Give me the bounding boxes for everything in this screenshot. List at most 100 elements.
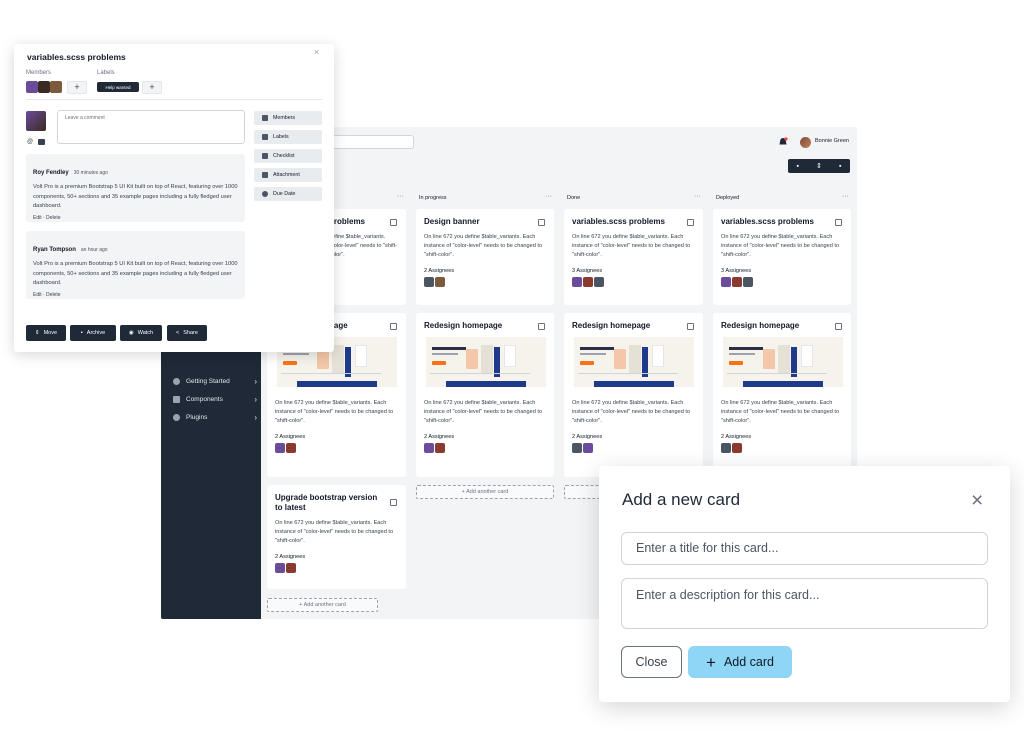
- comment-input[interactable]: Leave a comment: [57, 110, 245, 144]
- mention-icon[interactable]: @: [27, 139, 33, 145]
- avatar: [275, 443, 285, 453]
- edit-icon[interactable]: [687, 219, 694, 226]
- detail-title: variables.scss problems: [27, 52, 126, 62]
- add-another-card-button[interactable]: [564, 485, 604, 499]
- add-another-card-button[interactable]: + Add another card: [416, 485, 554, 499]
- archive-icon[interactable]: ▪: [797, 163, 799, 170]
- card-title-input[interactable]: Enter a title for this card...: [621, 532, 988, 565]
- move-button[interactable]: ⇕ Move: [26, 325, 66, 341]
- labels-action-button[interactable]: Labels: [254, 130, 322, 144]
- label-badge[interactable]: Help wanted: [97, 82, 139, 92]
- avatar: [286, 563, 296, 573]
- action-label: Attachment: [273, 172, 300, 178]
- comment-time: 30 minutes ago: [73, 170, 108, 176]
- checklist-action-button[interactable]: Checklist: [254, 149, 322, 163]
- board-card[interactable]: Redesign homepage On line 672 you define…: [564, 313, 703, 477]
- avatar: [26, 111, 46, 131]
- card-preview-image: [426, 337, 546, 387]
- card-detail-modal: variables.scss problems × Members Labels…: [14, 44, 334, 352]
- avatar: [583, 277, 593, 287]
- card-assignees: 2 Assignees: [424, 268, 455, 274]
- sort-icon: ⇕: [34, 330, 40, 336]
- edit-icon[interactable]: [687, 323, 694, 330]
- bell-icon[interactable]: [778, 137, 788, 147]
- avatar: [275, 563, 285, 573]
- members-label: Members: [26, 70, 52, 76]
- card-assignees: 2 Assignees: [275, 434, 306, 440]
- add-card-button[interactable]: + Add card: [688, 646, 792, 678]
- edit-icon[interactable]: [835, 323, 842, 330]
- sidebar-item-plugins[interactable]: Plugins ›: [173, 410, 257, 424]
- edit-icon[interactable]: [390, 219, 397, 226]
- edit-icon[interactable]: [390, 323, 397, 330]
- due-date-action-button[interactable]: Due Date: [254, 187, 322, 201]
- trash-icon[interactable]: ▪: [839, 163, 841, 170]
- share-button[interactable]: < Share: [167, 325, 207, 341]
- edit-icon[interactable]: [390, 499, 397, 506]
- board-card[interactable]: variables.scss problems On line 672 you …: [713, 209, 851, 305]
- board-card[interactable]: Upgrade bootstrap version to latest On l…: [267, 485, 406, 589]
- card-text: On line 672 you define $table_variants. …: [721, 234, 840, 258]
- avatar: [424, 277, 434, 287]
- info-icon: [173, 377, 180, 385]
- sidebar-item-label: Components: [186, 395, 223, 403]
- avatar: [50, 81, 62, 93]
- card-title: Upgrade bootstrap version to latest: [275, 493, 378, 512]
- avatar: [572, 443, 582, 453]
- add-another-card-button[interactable]: + Add another card: [267, 598, 378, 612]
- edit-icon[interactable]: [538, 323, 545, 330]
- sort-icon[interactable]: ⇕: [816, 162, 822, 170]
- edit-delete-links[interactable]: Edit · Delete: [33, 292, 238, 298]
- members-action-button[interactable]: Members: [254, 111, 322, 125]
- card-title: variables.scss problems: [721, 217, 814, 226]
- add-label-button[interactable]: +: [142, 81, 162, 94]
- avatar: [583, 443, 593, 453]
- avatar[interactable]: [800, 137, 811, 148]
- add-card-modal: Add a new card × Enter a title for this …: [599, 466, 1010, 702]
- board-toolbar: ▪ ⇕ ▪: [788, 159, 850, 173]
- column-menu-icon[interactable]: ···: [545, 193, 552, 200]
- avatar: [732, 443, 742, 453]
- card-text: On line 672 you define $table_variants. …: [275, 400, 394, 424]
- archive-button[interactable]: ▪ Archive: [70, 325, 116, 341]
- card-assignees: 3 Assignees: [721, 268, 752, 274]
- board-card[interactable]: Design banner On line 672 you define $ta…: [416, 209, 554, 305]
- card-description-input[interactable]: Enter a description for this card...: [621, 578, 988, 629]
- share-icon: <: [176, 330, 180, 336]
- button-label: Archive: [86, 330, 106, 336]
- avatar: [721, 277, 731, 287]
- column-menu-icon[interactable]: ···: [397, 193, 404, 200]
- card-title: Redesign homepage: [572, 321, 651, 330]
- close-icon[interactable]: ×: [314, 47, 319, 57]
- button-label: Move: [43, 330, 58, 336]
- column-title: Done: [567, 195, 581, 201]
- avatar: [732, 277, 742, 287]
- column-title: In progress: [419, 195, 447, 201]
- attachment-action-button[interactable]: Attachment: [254, 168, 322, 182]
- column-title: Deployed: [716, 195, 740, 201]
- watch-button[interactable]: ◉ Watch: [120, 325, 162, 341]
- edit-icon[interactable]: [538, 219, 545, 226]
- avatar: [594, 277, 604, 287]
- avatar: [743, 277, 753, 287]
- board-card[interactable]: Redesign homepage On line 672 you define…: [416, 313, 554, 477]
- avatar: [38, 81, 50, 93]
- column-menu-icon[interactable]: ···: [842, 193, 849, 200]
- search-input[interactable]: [322, 135, 414, 149]
- card-preview-image: [574, 337, 694, 387]
- card-title: Redesign homepage: [424, 321, 503, 330]
- camera-icon[interactable]: [38, 139, 45, 145]
- avatar: [435, 277, 445, 287]
- card-title: Redesign homepage: [721, 321, 800, 330]
- sidebar-item-getting-started[interactable]: Getting Started ›: [173, 374, 257, 388]
- board-card[interactable]: variables.scss problems On line 672 you …: [564, 209, 703, 305]
- sidebar-item-components[interactable]: Components ›: [173, 392, 257, 406]
- board-card[interactable]: Redesign homepage On line 672 you define…: [713, 313, 851, 477]
- close-icon[interactable]: ×: [971, 490, 983, 511]
- add-member-button[interactable]: +: [67, 81, 87, 94]
- edit-icon[interactable]: [835, 219, 842, 226]
- close-button[interactable]: Close: [621, 646, 682, 678]
- chevron-right-icon: ›: [254, 394, 257, 404]
- column-menu-icon[interactable]: ···: [694, 193, 701, 200]
- edit-delete-links[interactable]: Edit · Delete: [33, 215, 238, 221]
